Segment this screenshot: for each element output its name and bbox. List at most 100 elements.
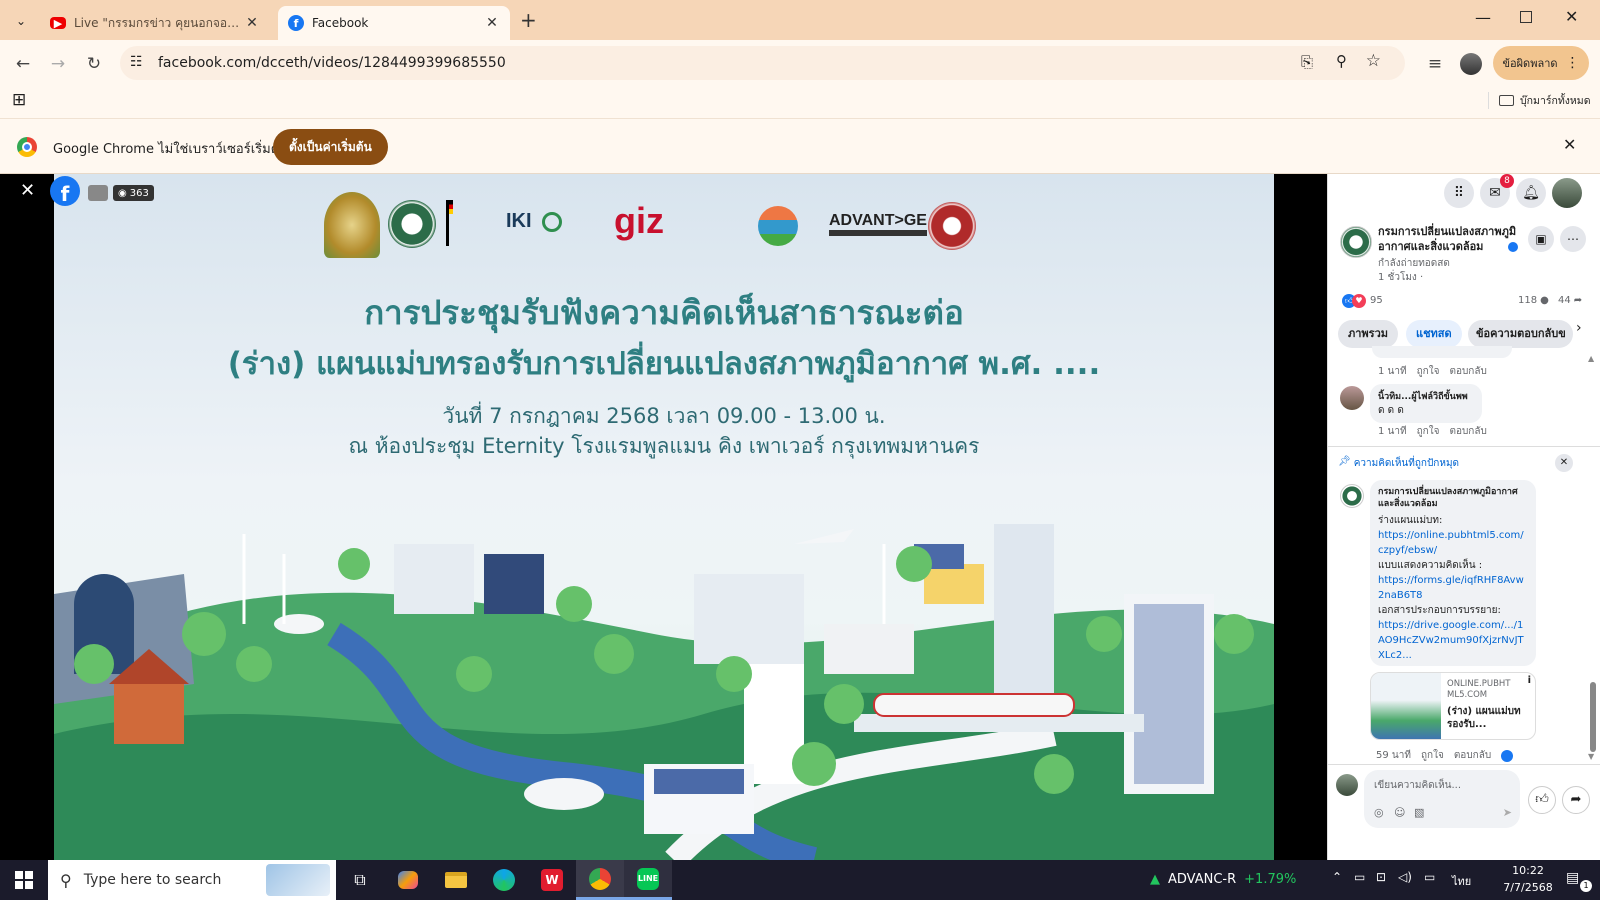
scrollbar-thumb[interactable]	[1590, 682, 1596, 752]
edge-icon[interactable]	[480, 860, 528, 900]
line-app-icon[interactable]: LINE	[624, 860, 672, 900]
notifications-bell-icon[interactable]: 🔔︎	[1516, 178, 1546, 208]
chrome-taskbar-icon[interactable]	[576, 860, 624, 900]
reply-comment-link[interactable]: ตอบกลับ	[1449, 364, 1486, 379]
city-illustration	[54, 524, 1274, 860]
address-bar[interactable]: ☷ facebook.com/dcceth/videos/12844993996…	[120, 46, 1405, 80]
tab-replies[interactable]: ข้อความตอบกลับข	[1468, 320, 1573, 348]
new-tab-button[interactable]: +	[520, 8, 537, 32]
masterplan-link[interactable]: https://online.pubhtml5.com/czpyf/ebsw/	[1378, 528, 1528, 558]
climate-logo	[758, 206, 798, 246]
video-sidebar: ⠿ ✉ 8 🔔︎ กรมการเปลี่ยนแปลงสภาพภูมิอากาศแ…	[1327, 174, 1600, 860]
comment-icon: ●	[1540, 295, 1549, 306]
messenger-badge: 8	[1500, 174, 1514, 188]
tray-chevron-icon[interactable]: ⌃	[1332, 870, 1342, 884]
close-tab-icon[interactable]: ✕	[484, 15, 500, 31]
user-avatar[interactable]	[1336, 774, 1358, 796]
share-count[interactable]: 44 ➦	[1558, 295, 1582, 306]
close-window-button[interactable]: ✕	[1565, 7, 1578, 26]
link-preview-card[interactable]: ONLINE.PUBHTML5.COM (ร่าง) แผนแม่บทรองรั…	[1370, 672, 1536, 740]
live-video[interactable]: ◉ 363 IKI giz ADVANT>GE การประชุมรับฟังคว…	[54, 174, 1274, 860]
like-comment-link[interactable]: ถูกใจ	[1421, 748, 1444, 763]
close-infobar-icon[interactable]: ✕	[1563, 135, 1576, 154]
save-icon[interactable]: ▣	[1528, 226, 1554, 252]
share-icon: ➦	[1573, 295, 1583, 306]
feedback-form-link[interactable]: https://forms.gle/iqfRHF8Avw2naB6T8	[1378, 573, 1528, 603]
reply-comment-link[interactable]: ตอบกลับ	[1454, 748, 1491, 763]
more-options-icon[interactable]: ⋯	[1560, 226, 1586, 252]
sticker-icon[interactable]: ◎	[1374, 806, 1384, 819]
error-button[interactable]: ข้อผิดพลาด ⋮	[1493, 46, 1589, 80]
task-view-icon[interactable]: ⧉	[336, 860, 384, 900]
notification-center-icon[interactable]: ▤	[1566, 870, 1579, 886]
scroll-down-icon[interactable]: ▼	[1588, 752, 1594, 761]
copilot-icon[interactable]	[384, 860, 432, 900]
all-bookmarks-button[interactable]: บุ๊กมาร์กทั้งหมด	[1488, 92, 1591, 109]
tab-search-button[interactable]: ⌄	[10, 10, 32, 32]
share-post-icon[interactable]: ➦	[1562, 786, 1590, 814]
input-language[interactable]: ไทย	[1452, 872, 1471, 890]
tab-overview[interactable]: ภาพรวม	[1338, 320, 1399, 348]
unpin-close-icon[interactable]: ✕	[1555, 454, 1573, 472]
like-comment-link[interactable]: ถูกใจ	[1417, 364, 1440, 379]
menu-grid-icon[interactable]: ⠿	[1444, 178, 1474, 208]
profile-avatar[interactable]	[1460, 53, 1482, 75]
info-icon[interactable]: i	[1528, 675, 1531, 686]
close-tab-icon[interactable]: ✕	[244, 15, 260, 31]
tab-live-chat[interactable]: แชทสด	[1406, 320, 1462, 348]
camera-icon[interactable]: ⊡	[1376, 870, 1386, 884]
page-avatar[interactable]	[1340, 226, 1372, 258]
commenter-avatar[interactable]	[1340, 386, 1364, 410]
lecture-docs-link[interactable]: https://drive.google.com/.../1AO9HcZVw2m…	[1378, 618, 1528, 663]
like-comment-link[interactable]: ถูกใจ	[1417, 424, 1440, 439]
volume-icon[interactable]: ◁)	[1398, 870, 1412, 884]
file-explorer-icon[interactable]	[432, 860, 480, 900]
taskbar-search[interactable]: ⚲ Type here to search	[48, 860, 336, 900]
meet-now-icon[interactable]: ▭	[1354, 870, 1365, 884]
maximize-button[interactable]	[1520, 11, 1532, 23]
preview-thumbnail	[1371, 673, 1441, 739]
back-icon[interactable]: ←	[12, 53, 34, 75]
bookmarks-bar: ⊞ บุ๊กมาร์กทั้งหมด	[0, 86, 1600, 118]
clock-date[interactable]: 7/7/2568	[1500, 881, 1556, 894]
media-control-icon[interactable]: ≡	[1424, 53, 1446, 75]
minimize-button[interactable]: —	[1475, 8, 1491, 27]
install-app-icon[interactable]: ⎘	[1301, 53, 1313, 71]
network-icon[interactable]: ▭	[1424, 870, 1435, 884]
site-info-icon[interactable]: ☷	[130, 54, 143, 70]
like-reaction-icon	[1501, 749, 1514, 762]
send-icon[interactable]: ➤	[1503, 806, 1512, 819]
reply-comment-link[interactable]: ตอบกลับ	[1449, 424, 1486, 439]
page-name[interactable]: กรมการเปลี่ยนแปลงสภาพภูมิอากาศและสิ่งแวด…	[1378, 224, 1528, 254]
gif-icon[interactable]: ▧	[1414, 806, 1424, 819]
facebook-logo-icon[interactable]: f	[50, 176, 80, 206]
slide-title-line1: การประชุมรับฟังความคิดเห็นสาธารณะต่อ	[364, 293, 964, 332]
clock-time[interactable]: 10:22	[1500, 864, 1556, 877]
pinned-author-avatar[interactable]	[1340, 484, 1364, 508]
tab-title: Live "กรรมกรข่าว คุยนอกจอ" 7 กร	[74, 15, 244, 30]
composer-divider	[1328, 764, 1600, 765]
tabs-scroll-right-icon[interactable]: ›	[1576, 320, 1582, 336]
reload-icon[interactable]: ↻	[83, 53, 105, 75]
zoom-icon[interactable]: ⚲	[1336, 52, 1347, 70]
apps-grid-icon[interactable]: ⊞	[12, 90, 26, 110]
tab-facebook[interactable]: f Facebook ✕	[278, 6, 510, 40]
reaction-count[interactable]: 95	[1370, 295, 1383, 306]
tab-youtube-live[interactable]: ▶ Live "กรรมกรข่าว คุยนอกจอ" 7 กร ✕	[40, 6, 270, 40]
set-default-button[interactable]: ตั้งเป็นค่าเริ่มต้น	[273, 129, 388, 165]
emoji-icon[interactable]: ☺	[1394, 806, 1405, 819]
wps-office-icon[interactable]: W	[528, 860, 576, 900]
stock-up-icon: ▲	[1150, 872, 1160, 887]
close-viewer-icon[interactable]: ✕	[20, 180, 35, 201]
like-post-icon[interactable]: 👍︎	[1528, 786, 1556, 814]
comment-input[interactable]: เขียนความคิดเห็น... ◎ ☺ ▧ ➤	[1364, 770, 1520, 828]
browser-toolbar: ← → ↻ ☷ facebook.com/dcceth/videos/12844…	[0, 40, 1600, 86]
iki-logo: IKI	[506, 210, 532, 232]
stock-widget[interactable]: ▲ ADVANC-R +1.79%	[1150, 872, 1296, 887]
forward-icon[interactable]: →	[47, 53, 69, 75]
profile-avatar[interactable]	[1552, 178, 1582, 208]
bookmark-star-icon[interactable]: ☆	[1366, 51, 1381, 71]
start-button[interactable]	[0, 860, 48, 900]
comment-count[interactable]: 118 ●	[1518, 295, 1549, 306]
scroll-up-icon[interactable]: ▲	[1588, 354, 1594, 363]
